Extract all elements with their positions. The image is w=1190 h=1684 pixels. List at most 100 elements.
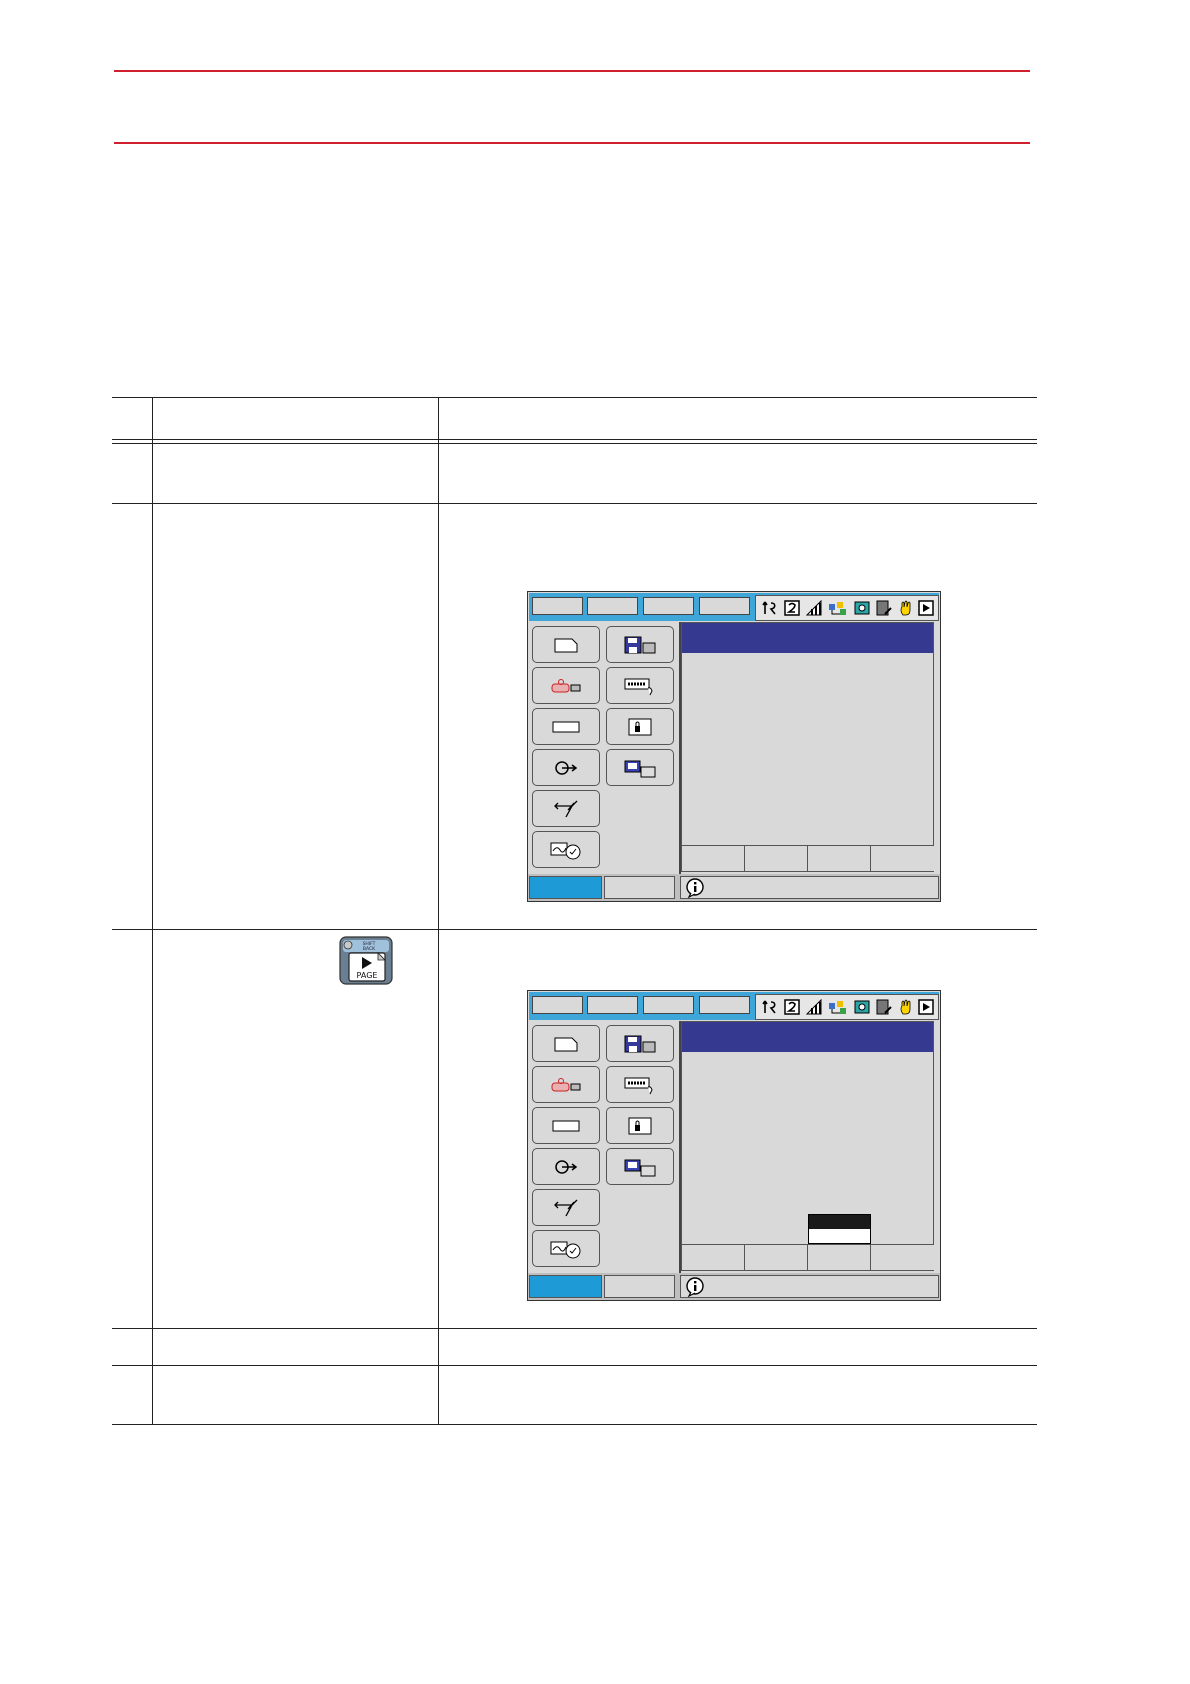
keyboard-icon [624, 678, 653, 695]
table-rule [112, 439, 1037, 440]
content-panel [681, 622, 934, 872]
menu-setup[interactable] [606, 667, 674, 704]
table-column-rule [152, 397, 153, 1425]
menu-in-out[interactable] [532, 749, 600, 786]
play-icon [918, 600, 934, 616]
number-icon [784, 600, 800, 616]
menu-setup[interactable] [606, 1066, 674, 1103]
pulldown-item-selected[interactable] [809, 1215, 870, 1229]
variable-icon [552, 1120, 580, 1131]
menu-job[interactable] [532, 626, 600, 663]
signal-icon [806, 999, 822, 1015]
panel-tab[interactable] [745, 845, 808, 871]
display-icon [550, 1241, 581, 1258]
panel-tab[interactable] [808, 1244, 871, 1270]
in-out-icon [555, 1159, 578, 1174]
robot-icon [551, 1077, 581, 1091]
status-tab[interactable] [587, 996, 638, 1014]
content-panel [681, 1021, 934, 1271]
status-tab[interactable] [587, 597, 638, 615]
panel-tab[interactable] [745, 1244, 808, 1270]
variable-icon [552, 721, 580, 732]
pendant-screen-1 [527, 591, 941, 902]
simple-menu-button[interactable] [604, 876, 675, 899]
status-tab[interactable] [699, 996, 750, 1014]
simple-menu-button[interactable] [604, 1275, 675, 1298]
menu-security[interactable] [606, 1107, 674, 1144]
camera-icon [854, 601, 870, 615]
robot-icon [551, 678, 581, 692]
main-menu-button[interactable] [529, 1275, 602, 1298]
bottom-bar [528, 874, 940, 901]
table-rule [112, 503, 1037, 504]
in-out-icon [555, 760, 578, 775]
status-tab[interactable] [699, 597, 750, 615]
bottom-bar [528, 1273, 940, 1300]
panel-header [682, 623, 933, 653]
menu-system[interactable] [606, 749, 674, 786]
floppy-icon [624, 1035, 656, 1052]
keyboard-icon [624, 1077, 653, 1094]
page-key[interactable]: SHIFT BACK PAGE [339, 936, 393, 985]
panel-tab[interactable] [682, 1244, 745, 1270]
job-icon [554, 1037, 578, 1051]
status-icon-strip [755, 595, 939, 621]
hand-icon [900, 999, 911, 1015]
lock-icon [628, 718, 652, 735]
table-rule [112, 1328, 1037, 1329]
status-bar [529, 992, 939, 1020]
axis-icon [762, 1000, 776, 1014]
menu-robot[interactable] [532, 667, 600, 704]
panel-header [682, 1022, 933, 1052]
table-rule [112, 397, 1037, 398]
hand-icon [900, 600, 911, 616]
page-key-label: PAGE [357, 971, 378, 980]
status-tab[interactable] [643, 597, 694, 615]
menu-system[interactable] [606, 1148, 674, 1185]
arc-icon [554, 800, 578, 817]
number-icon [784, 999, 800, 1015]
menu-robot[interactable] [532, 1066, 600, 1103]
header-rule-bottom [114, 142, 1030, 144]
message-area[interactable] [680, 1275, 939, 1298]
status-icon-strip [755, 994, 939, 1020]
menu-display[interactable] [532, 831, 600, 868]
message-area[interactable] [680, 876, 939, 899]
status-tab[interactable] [643, 996, 694, 1014]
header-rule-top [114, 70, 1030, 72]
menu-file[interactable] [606, 626, 674, 663]
floppy-icon [624, 636, 656, 653]
menu-arc[interactable] [532, 1189, 600, 1226]
menu-display[interactable] [532, 1230, 600, 1267]
menu-variable[interactable] [532, 1107, 600, 1144]
menu-arc[interactable] [532, 790, 600, 827]
menu-security[interactable] [606, 708, 674, 745]
menu-variable[interactable] [532, 708, 600, 745]
table-rule [112, 443, 1037, 444]
panel-tab[interactable] [808, 845, 871, 871]
info-icon [686, 878, 704, 898]
edit-icon [876, 999, 892, 1015]
status-tab[interactable] [532, 996, 583, 1014]
menu-job[interactable] [532, 1025, 600, 1062]
pulldown-menu[interactable] [808, 1214, 871, 1244]
job-icon [554, 638, 578, 652]
page-key-back-label: BACK [363, 946, 376, 952]
status-bar [529, 593, 939, 621]
info-icon [686, 1277, 704, 1297]
main-menu-button[interactable] [529, 876, 602, 899]
link-icon [829, 602, 846, 615]
table-rule [112, 1424, 1037, 1425]
panel-tab[interactable] [871, 1244, 934, 1270]
pendant-screen-2 [527, 990, 941, 1301]
lock-icon [628, 1117, 652, 1134]
menu-in-out[interactable] [532, 1148, 600, 1185]
play-icon [918, 999, 934, 1015]
panel-tab[interactable] [682, 845, 745, 871]
camera-icon [854, 1000, 870, 1014]
menu-file[interactable] [606, 1025, 674, 1062]
status-tab[interactable] [532, 597, 583, 615]
panel-tab[interactable] [871, 845, 934, 871]
axis-icon [762, 601, 776, 615]
monitor-icon [624, 760, 656, 777]
